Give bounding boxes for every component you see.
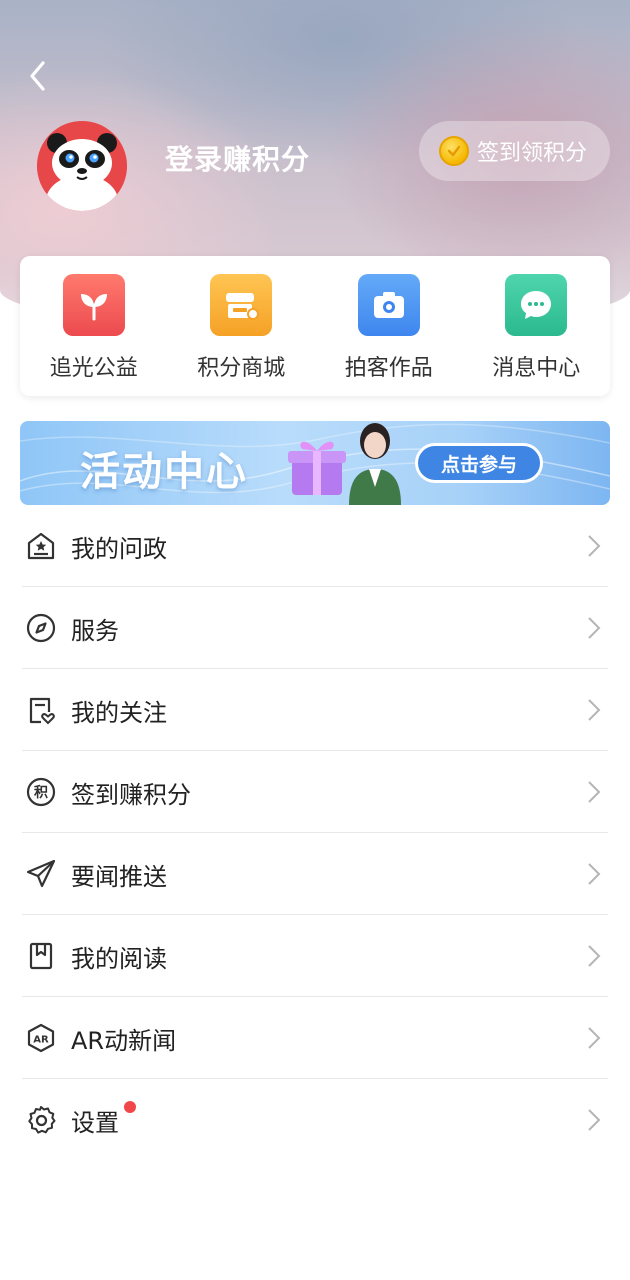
banner-title: 活动中心 — [80, 449, 248, 495]
chevron-right-icon — [584, 777, 604, 807]
back-button[interactable] — [18, 56, 58, 96]
quick-links-card: 追光公益 积分商城 拍客作品 消息中心 — [20, 256, 610, 396]
menu-item-services[interactable]: 服务 — [0, 587, 630, 669]
quick-link-label: 消息中心 — [492, 356, 581, 381]
quick-link-photo-works[interactable]: 拍客作品 — [315, 256, 463, 396]
menu-item-label: 设置 — [71, 1108, 119, 1137]
presenter-figure-icon — [349, 423, 401, 505]
menu-item-settings[interactable]: 设置 — [0, 1079, 630, 1161]
send-icon — [24, 857, 58, 891]
chevron-right-icon — [584, 859, 604, 889]
compass-icon — [24, 611, 58, 645]
menu-item-my-inquiries[interactable]: 我的问政 — [0, 505, 630, 587]
menu-item-label: 我的阅读 — [71, 944, 167, 973]
points-icon-text: 积 — [34, 784, 48, 801]
bookmark-icon — [24, 939, 58, 973]
quick-link-label: 拍客作品 — [344, 356, 433, 381]
avatar[interactable] — [37, 121, 127, 211]
menu-item-label: AR动新闻 — [71, 1026, 177, 1055]
participate-button[interactable]: 点击参与 — [415, 443, 543, 483]
menu-item-label: 签到赚积分 — [71, 780, 191, 809]
gear-icon — [24, 1103, 58, 1137]
chevron-right-icon — [584, 941, 604, 971]
menu-item-label: 要闻推送 — [71, 862, 167, 891]
chevron-right-icon — [584, 531, 604, 561]
menu-list: 我的问政 服务 我的关注 积 签到赚积分 要闻推送 我的阅读 AR AR动新闻 … — [0, 505, 630, 1161]
menu-item-ar-news[interactable]: AR AR动新闻 — [0, 997, 630, 1079]
quick-link-messages[interactable]: 消息中心 — [463, 256, 611, 396]
quick-link-label: 积分商城 — [197, 356, 286, 381]
menu-item-label: 我的问政 — [71, 534, 167, 563]
menu-item-label: 我的关注 — [71, 698, 167, 727]
login-prompt[interactable]: 登录赚积分 — [165, 138, 310, 178]
coin-check-icon — [439, 136, 469, 166]
quick-link-points-mall[interactable]: 积分商城 — [168, 256, 316, 396]
chevron-right-icon — [584, 1023, 604, 1053]
checkin-label: 签到领积分 — [477, 141, 588, 166]
menu-item-my-reading[interactable]: 我的阅读 — [0, 915, 630, 997]
house-star-icon — [24, 529, 58, 563]
chevron-right-icon — [584, 1105, 604, 1135]
panda-avatar-icon — [37, 121, 127, 211]
chat-icon — [505, 274, 568, 336]
chevron-left-icon — [30, 61, 45, 91]
chevron-right-icon — [584, 695, 604, 725]
ar-icon: AR — [24, 1021, 58, 1055]
ar-icon-text: AR — [33, 1035, 49, 1046]
chevron-right-icon — [584, 613, 604, 643]
notification-dot — [124, 1101, 136, 1113]
follow-heart-icon — [24, 693, 58, 727]
shop-icon — [210, 274, 273, 336]
menu-item-checkin-points[interactable]: 积 签到赚积分 — [0, 751, 630, 833]
quick-link-label: 追光公益 — [49, 356, 138, 381]
checkin-button[interactable]: 签到领积分 — [419, 121, 610, 181]
sprout-icon — [62, 274, 125, 336]
points-icon: 积 — [24, 775, 58, 809]
menu-item-my-follows[interactable]: 我的关注 — [0, 669, 630, 751]
camera-icon — [357, 274, 420, 336]
menu-item-label: 服务 — [71, 616, 119, 645]
activity-center-banner[interactable]: 活动中心 点击参与 — [20, 421, 610, 505]
quick-link-charity[interactable]: 追光公益 — [20, 256, 168, 396]
menu-item-news-push[interactable]: 要闻推送 — [0, 833, 630, 915]
